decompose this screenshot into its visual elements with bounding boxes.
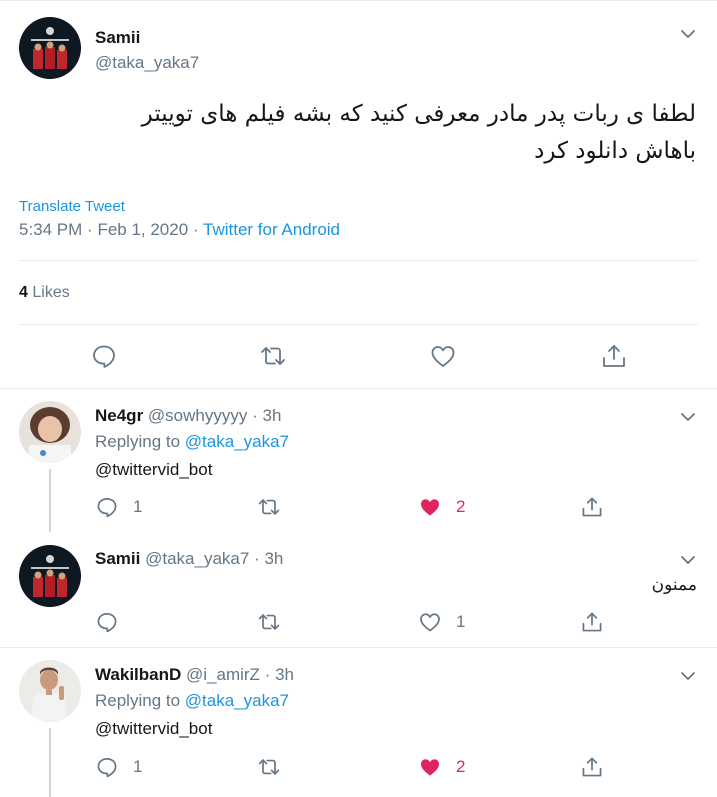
thread-line: [49, 469, 51, 532]
reply-icon[interactable]: [90, 342, 118, 370]
likes-label: Likes: [32, 284, 70, 301]
user-handle[interactable]: @i_amirZ: [186, 665, 260, 684]
share-action[interactable]: [580, 495, 604, 519]
user-handle[interactable]: @taka_yaka7: [95, 53, 199, 73]
tweet-text: لطفا ی ربات پدر مادر معرفی کنید که بشه ف…: [16, 96, 696, 170]
retweet-icon: [258, 614, 280, 630]
reply-icon: [97, 613, 117, 633]
reply-header: Ne4gr @sowhyyyyy · 3h: [95, 406, 281, 426]
chevron-down-icon[interactable]: [680, 554, 696, 566]
likes-count: 4: [19, 284, 28, 301]
tweet-metadata: 5:34 PM · Feb 1, 2020 · Twitter for Andr…: [19, 220, 340, 240]
divider: [19, 260, 698, 261]
replying-to: Replying to @taka_yaka7: [95, 691, 289, 711]
like-action[interactable]: 2: [418, 495, 465, 519]
reply-action[interactable]: 1: [95, 755, 142, 779]
reply-icon: [97, 498, 117, 518]
like-count: 2: [456, 497, 466, 516]
reply-text[interactable]: @twittervid_bot: [95, 460, 212, 480]
display-name[interactable]: Ne4gr: [95, 406, 143, 425]
avatar[interactable]: [19, 545, 81, 607]
share-icon[interactable]: [600, 342, 628, 370]
retweet-icon[interactable]: [259, 342, 287, 370]
translate-tweet-link[interactable]: Translate Tweet: [19, 198, 125, 215]
like-count: 2: [456, 757, 466, 776]
tweet-time[interactable]: 3h: [263, 406, 282, 425]
tweet-source-link[interactable]: Twitter for Android: [203, 220, 340, 239]
replying-to-link[interactable]: @taka_yaka7: [185, 432, 289, 451]
meta-dot: ·: [87, 220, 98, 239]
user-handle[interactable]: @taka_yaka7: [145, 549, 249, 568]
display-name[interactable]: WakilbanD: [95, 665, 181, 684]
like-icon: [420, 613, 440, 632]
display-name[interactable]: Samii: [95, 28, 140, 48]
avatar[interactable]: [19, 17, 81, 79]
tweet-time[interactable]: 5:34 PM: [19, 220, 82, 239]
tweet-time[interactable]: 3h: [275, 665, 294, 684]
liked-heart-icon: [421, 499, 439, 516]
tweet-text-line: لطفا ی ربات پدر مادر معرفی کنید که بشه ف…: [141, 101, 696, 127]
replying-to-link[interactable]: @taka_yaka7: [185, 691, 289, 710]
meta-dot: ·: [254, 549, 260, 568]
replying-to-label: Replying to: [95, 432, 181, 451]
reply-text[interactable]: @twittervid_bot: [95, 719, 212, 739]
reply-tweet[interactable]: WakilbanD @i_amirZ · 3h Replying to @tak…: [0, 648, 717, 797]
replying-to-label: Replying to: [95, 691, 181, 710]
retweet-action[interactable]: [257, 755, 295, 779]
chevron-down-icon[interactable]: [680, 411, 696, 423]
reply-tweet[interactable]: Samii @taka_yaka7 · 3h ممنون 1: [0, 532, 717, 647]
liked-heart-icon: [421, 759, 439, 776]
avatar[interactable]: [19, 660, 81, 722]
share-icon: [582, 612, 602, 632]
share-icon: [582, 757, 602, 777]
user-handle[interactable]: @sowhyyyyy: [148, 406, 247, 425]
replying-to: Replying to @taka_yaka7: [95, 432, 289, 452]
tweet-date[interactable]: Feb 1, 2020: [97, 220, 188, 239]
likes-stat[interactable]: 4 Likes: [19, 284, 70, 302]
reply-icon: [97, 758, 117, 778]
tweet-time[interactable]: 3h: [264, 549, 283, 568]
meta-dot: ·: [264, 665, 271, 684]
reply-count: 1: [133, 757, 143, 776]
like-count: 1: [456, 612, 466, 631]
meta-dot: ·: [252, 406, 258, 425]
retweet-icon: [258, 499, 280, 515]
share-icon: [582, 497, 602, 517]
thread-line: [49, 728, 51, 797]
share-action[interactable]: [580, 610, 604, 634]
main-tweet: Samii @taka_yaka7 لطفا ی ربات پدر مادر م…: [0, 0, 717, 388]
chevron-down-icon[interactable]: [680, 670, 696, 682]
like-action[interactable]: 1: [418, 610, 465, 634]
share-action[interactable]: [580, 755, 604, 779]
chevron-down-icon[interactable]: [680, 28, 696, 40]
reply-tweet[interactable]: Ne4gr @sowhyyyyy · 3h Replying to @taka_…: [0, 389, 717, 532]
retweet-icon: [258, 759, 280, 775]
reply-count: 1: [133, 497, 143, 516]
retweet-action[interactable]: [257, 495, 295, 519]
like-action[interactable]: 2: [418, 755, 465, 779]
like-icon[interactable]: [429, 342, 457, 370]
tweet-text-line: باهاش دانلود کرد: [534, 138, 696, 164]
retweet-action[interactable]: [257, 610, 295, 634]
meta-dot: ·: [192, 220, 203, 239]
reply-action[interactable]: 1: [95, 495, 142, 519]
reply-header: Samii @taka_yaka7 · 3h: [95, 549, 283, 569]
divider: [19, 324, 698, 325]
avatar[interactable]: [19, 401, 81, 463]
reply-action[interactable]: [95, 610, 133, 634]
reply-header: WakilbanD @i_amirZ · 3h: [95, 665, 294, 685]
reply-text[interactable]: ممنون: [652, 575, 697, 595]
display-name[interactable]: Samii: [95, 549, 140, 568]
